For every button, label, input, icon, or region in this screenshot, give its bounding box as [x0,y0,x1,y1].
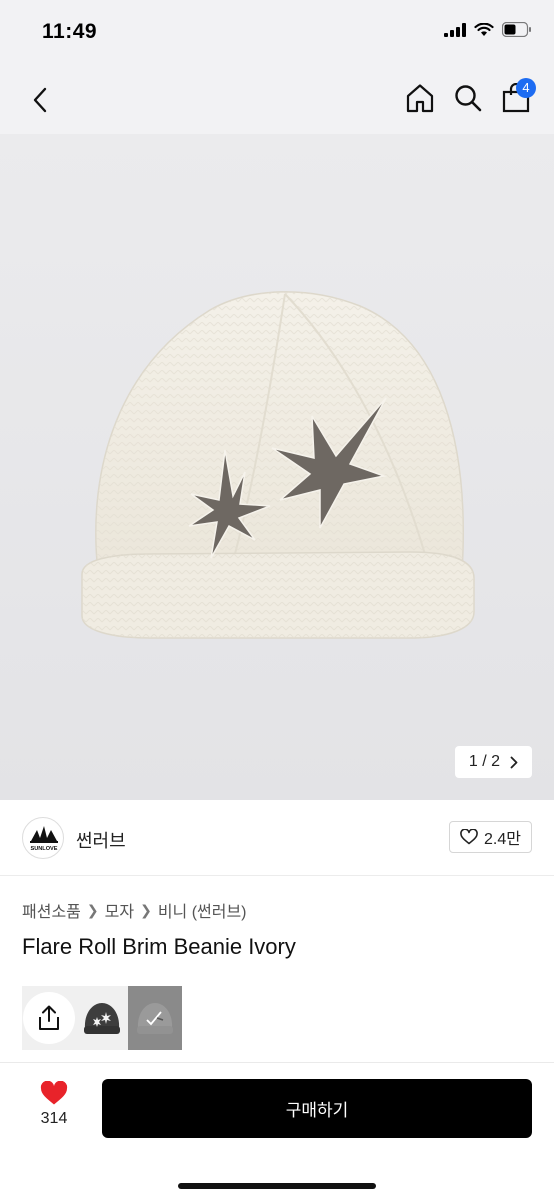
brand-like-count: 2.4만 [484,831,521,848]
sunlove-logo-icon: SUNLOVE [30,826,58,852]
share-icon [38,1005,59,1030]
cellular-signal-icon [444,22,466,37]
search-button[interactable] [452,80,484,116]
brand-logo-text: SUNLOVE [30,846,57,852]
breadcrumb-item[interactable]: 패션소품 [22,898,81,922]
beanie-product-image [81,291,475,639]
image-counter[interactable]: 1 / 2 [454,746,532,778]
color-option-strip [22,986,182,1050]
product-image-carousel[interactable]: 1 / 2 [0,134,554,800]
cart-count-badge: 4 [516,78,536,98]
brand-row: SUNLOVE 썬러브 2.4만 [0,800,554,876]
chevron-right-icon: ❯ [140,901,152,918]
product-like-button[interactable]: 314 [22,1081,86,1137]
beanie-charcoal-thumbnail [83,1003,120,1034]
home-indicator [178,1183,376,1189]
product-title: Flare Roll Brim Beanie Ivory [22,934,296,959]
status-icons [444,22,532,37]
color-option-charcoal[interactable] [75,986,129,1050]
brand-logo[interactable]: SUNLOVE [22,817,64,859]
share-button[interactable] [23,992,75,1044]
nav-actions: 4 [404,78,536,116]
chevron-right-icon: ❯ [86,901,99,918]
wifi-icon [474,22,494,36]
breadcrumb-item[interactable]: 비니 (썬러브) [158,898,247,922]
chevron-right-icon [510,756,518,768]
beanie-gray-thumbnail [137,1003,174,1034]
status-time: 11:49 [42,20,98,43]
image-counter-text: 1 / 2 [468,753,500,770]
cart-button[interactable]: 4 [500,78,536,116]
nav-bar: 4 [0,66,554,134]
heart-outline-icon [460,829,478,845]
battery-icon [502,22,531,37]
breadcrumb-item[interactable]: 모자 [105,898,134,922]
back-button[interactable] [24,82,56,118]
breadcrumb: 패션소품 ❯ 모자 ❯ 비니 (썬러브) [22,898,247,922]
chevron-left-icon [33,87,47,113]
search-icon [455,85,482,112]
buy-button[interactable]: 구매하기 [102,1079,532,1138]
home-button[interactable] [404,80,436,116]
bottom-action-bar: 314 구매하기 [0,1063,554,1200]
product-like-count: 314 [40,1110,68,1127]
brand-like-button[interactable]: 2.4만 [449,821,532,853]
heart-filled-icon [40,1081,68,1105]
color-option-gray-selected[interactable] [128,986,182,1050]
home-icon [406,84,434,113]
brand-name[interactable]: 썬러브 [76,827,126,853]
status-bar: 11:49 [0,0,554,66]
